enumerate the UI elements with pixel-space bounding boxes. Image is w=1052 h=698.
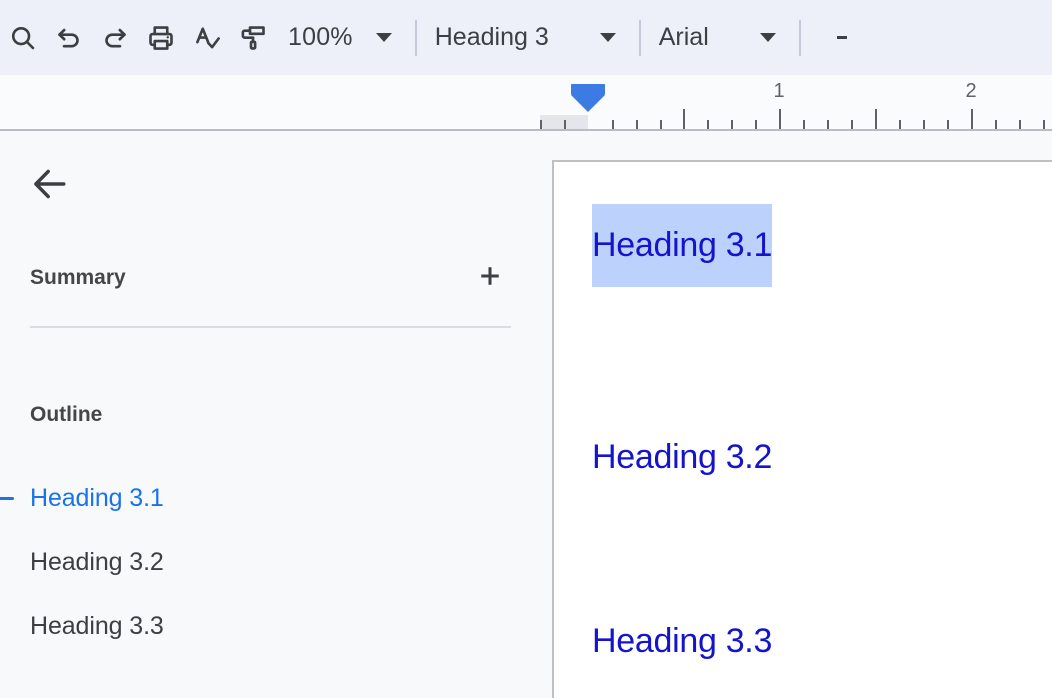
ruler[interactable]: 1 2 [540,75,1052,129]
toolbar: 100% Heading 3 Arial [0,0,1052,75]
ruler-tick [636,120,638,129]
font-family-value: Arial [658,23,709,51]
ruler-number: 1 [773,80,785,102]
ruler-tick [660,120,662,129]
outline-item-heading-3-2[interactable]: Heading 3.2 [0,530,540,594]
sidebar-divider [30,326,511,328]
arrow-left-icon [28,162,72,211]
ruler-tick-major [875,109,877,129]
plus-icon [476,262,504,295]
document-heading-3-2[interactable]: Heading 3.2 [592,438,772,477]
outline-item-list: Heading 3.1 Heading 3.2 Heading 3.3 [0,466,540,658]
ruler-number: 2 [965,80,977,102]
paint-format-button[interactable] [230,15,276,61]
ruler-tick [731,120,733,129]
outline-item-label: Heading 3.1 [30,483,164,512]
ruler-tick [923,120,925,129]
ruler-tick-major [779,109,781,129]
print-icon [146,23,176,53]
chevron-down-icon[interactable] [595,25,621,51]
document-heading-text: Heading 3.1 [592,226,773,264]
document-heading-3-3[interactable]: Heading 3.3 [592,622,772,661]
outline-item-label: Heading 3.3 [30,611,164,640]
paragraph-style-dropdown[interactable]: Heading 3 [435,23,621,52]
redo-icon [100,23,130,53]
document-heading-3-1[interactable]: Heading 3.1 [592,204,772,287]
zoom-control[interactable]: 100% [284,23,397,52]
ruler-tick [540,120,542,129]
outline-item-heading-3-3[interactable]: Heading 3.3 [0,594,540,658]
back-button[interactable] [22,158,78,214]
search-button[interactable] [0,15,46,61]
outline-item-heading-3-1[interactable]: Heading 3.1 [0,466,540,530]
undo-button[interactable] [46,15,92,61]
toolbar-divider [638,19,641,56]
spellcheck-icon [192,23,222,53]
search-icon [8,23,38,53]
ruler-tick-major [683,109,685,129]
summary-section-header: Summary [30,258,510,298]
add-summary-button[interactable] [470,258,510,298]
print-button[interactable] [138,15,184,61]
redo-button[interactable] [92,15,138,61]
document-area: Heading 3.1 Heading 3.2 Heading 3.3 [552,133,1052,698]
toolbar-divider [798,19,801,56]
toolbar-divider [414,19,417,56]
font-size-decrease-button[interactable] [836,29,847,47]
document-page[interactable]: Heading 3.1 Heading 3.2 Heading 3.3 [552,160,1052,698]
ruler-tick [851,120,853,129]
chevron-down-icon[interactable] [371,25,397,51]
indent-marker-triangle [571,95,605,112]
ruler-tick [1043,120,1045,129]
ruler-tick [803,120,805,129]
ruler-tick [827,120,829,129]
ruler-tick [707,120,709,129]
document-heading-text: Heading 3.3 [592,622,773,660]
paint-format-icon [238,23,268,53]
zoom-value: 100% [288,23,353,51]
ruler-tick [995,120,997,129]
chevron-down-icon[interactable] [755,25,781,51]
indent-marker-bar [571,84,605,95]
ruler-tick-major [971,109,973,129]
spellcheck-button[interactable] [184,15,230,61]
undo-icon [54,23,84,53]
paragraph-style-value: Heading 3 [434,23,549,51]
font-family-dropdown[interactable]: Arial [659,23,781,52]
document-heading-text: Heading 3.2 [592,438,773,476]
ruler-tick [899,120,901,129]
summary-label: Summary [30,266,126,289]
ruler-tick [947,120,949,129]
outline-item-label: Heading 3.2 [30,547,164,576]
ruler-tick [564,120,566,129]
ruler-tick [612,120,614,129]
active-indicator-icon [0,497,14,500]
ruler-tick [755,120,757,129]
left-indent-marker[interactable] [571,84,605,112]
ruler-tick [1019,120,1021,129]
ruler-band: 1 2 [0,75,1052,131]
outline-section-label: Outline [30,403,103,426]
